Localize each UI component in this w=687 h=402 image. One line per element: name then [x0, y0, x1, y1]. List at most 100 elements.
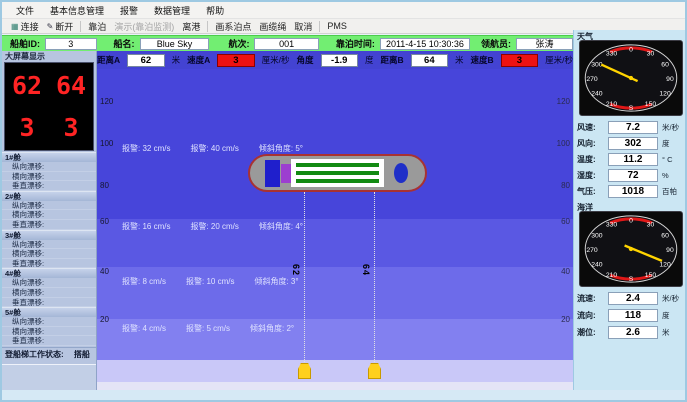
hold-2-longitudinal-drift: 纵向漂移: [2, 201, 96, 211]
measurement-bar: 距离A 62 米 速度A 3 厘米/秒 角度 -1.9 度 距离B 64 米 速… [97, 51, 573, 69]
hold-1-lateral-drift: 横向漂移: [2, 172, 96, 182]
plot-bottom-strip [97, 382, 573, 390]
speed-a-unit: 厘米/秒 [262, 54, 290, 66]
zone-3deg-thresholds: 报警: 8 cm/s 报警: 10 cm/s 倾斜角度: 3° [122, 276, 299, 287]
tide-level-value: 2.6 [608, 326, 658, 339]
pms-button[interactable]: PMS [323, 20, 351, 33]
hold-5-header: 5#舱 [2, 307, 96, 317]
menu-basic-info[interactable]: 基本信息管理 [42, 3, 112, 18]
hatch-stripe [296, 179, 379, 183]
ship-top-view[interactable] [248, 154, 427, 192]
humidity-row: 湿度: 72 % [577, 168, 685, 183]
hold-4-longitudinal-drift: 纵向漂移: [2, 278, 96, 288]
ship-superstructure [265, 160, 280, 187]
disconnect-button[interactable]: ✎ 断开 [43, 20, 78, 33]
gangway-status-value: 搭船 [74, 350, 90, 359]
axis-tick-right: 20 [561, 315, 570, 324]
current-direction-label: 流向: [577, 310, 608, 321]
temperature-label: 温度: [577, 154, 608, 165]
menu-data-management[interactable]: 数据管理 [146, 3, 198, 18]
wind-direction-value: 302 [608, 137, 658, 150]
gauge-tick: 300 [591, 61, 603, 68]
distance-a-label: 距离A [97, 54, 120, 66]
current-speed-label: 流速: [577, 293, 608, 304]
mooring-line-b [374, 192, 375, 362]
toolbar-separator [80, 21, 81, 32]
ship-id-label: 船舶ID: [10, 37, 40, 50]
dock-strip [97, 360, 573, 382]
current-speed-row: 流速: 2.4 米/秒 [577, 291, 685, 306]
angle-unit: 度 [365, 54, 374, 66]
left-sidebar: 大屏幕显示 62 64 3 3 1#舱 纵向漂移: 横向漂移: 垂直漂移: 2#… [2, 51, 97, 400]
gauge-tick: 330 [606, 51, 618, 58]
display-speed-b: 3 [63, 105, 78, 147]
speed-a-value-alarm: 3 [217, 54, 254, 67]
demo-button[interactable]: 演示(靠泊监测) [110, 20, 178, 33]
gauge-tick: 150 [645, 272, 657, 279]
gauge-tick: 270 [586, 76, 598, 83]
draw-mooring-point-button[interactable]: 画系泊点 [211, 20, 255, 33]
gauge-tick: 60 [661, 61, 669, 68]
toolbar-separator [319, 21, 320, 32]
ship-name-field[interactable]: Blue Sky [140, 38, 210, 50]
distance-a-value: 62 [127, 54, 164, 67]
zone-alarm-a: 报警: 32 cm/s [122, 143, 170, 154]
zone-4deg-thresholds: 报警: 16 cm/s 报警: 20 cm/s 倾斜角度: 4° [122, 221, 303, 232]
zone-2deg-thresholds: 报警: 4 cm/s 报警: 5 cm/s 倾斜角度: 2° [122, 323, 294, 334]
current-speed-value: 2.4 [608, 292, 658, 305]
gauge-tick: 60 [661, 232, 669, 239]
pressure-label: 气压: [577, 186, 608, 197]
hold-3-header: 3#舱 [2, 230, 96, 240]
menu-help[interactable]: 帮助 [198, 3, 232, 18]
menu-bar: 文件 基本信息管理 报警 数据管理 帮助 [2, 2, 685, 18]
display-panel-title: 大屏幕显示 [2, 51, 96, 62]
voyage-field[interactable]: 001 [254, 38, 318, 50]
distance-b-unit: 米 [455, 54, 464, 66]
cancel-button[interactable]: 取消 [290, 20, 316, 33]
zone-tilt: 倾斜角度: 4° [259, 221, 303, 232]
connect-label: 连接 [21, 20, 39, 33]
zone-tilt: 倾斜角度: 2° [250, 323, 294, 334]
hold-3-vertical-drift: 垂直漂移: [2, 259, 96, 269]
tide-level-row: 潮位: 2.6 米 [577, 325, 685, 340]
hold-2-header: 2#舱 [2, 191, 96, 201]
wind-speed-row: 风速: 7.2 米/秒 [577, 120, 685, 135]
toolbar-separator [207, 21, 208, 32]
pilot-field[interactable]: 张涛 [516, 38, 573, 50]
wind-speed-value: 7.2 [608, 121, 658, 134]
tide-level-unit: 米 [662, 327, 670, 338]
gauge-tick: 0 [629, 218, 633, 225]
ship-id-field[interactable]: 3 [45, 38, 97, 50]
speed-a-label: 速度A [187, 54, 210, 66]
voyage-label: 航次: [228, 37, 249, 50]
big-screen-display: 62 64 3 3 [4, 62, 94, 151]
gauge-tick: 240 [591, 262, 603, 269]
wind-direction-gauge: 0 30 60 90 120 150 S 210 240 270 300 330 [579, 40, 683, 116]
display-distance-a: 62 [12, 63, 42, 105]
connect-button[interactable]: ▦ 连接 [7, 20, 43, 33]
menu-alarm[interactable]: 报警 [112, 3, 146, 18]
berth-time-field[interactable]: 2011-4-15 10:30:36 [380, 38, 470, 50]
axis-tick-left: 120 [100, 97, 113, 106]
hold-4-vertical-drift: 垂直漂移: [2, 298, 96, 308]
menu-file[interactable]: 文件 [8, 3, 42, 18]
zone-alarm-a: 报警: 4 cm/s [122, 323, 166, 334]
ship-name-label: 船名: [114, 37, 135, 50]
hold-1-vertical-drift: 垂直漂移: [2, 181, 96, 191]
depart-button[interactable]: 离港 [178, 20, 204, 33]
draw-cable-button[interactable]: 画缆绳 [255, 20, 290, 33]
axis-tick-left: 80 [100, 181, 109, 190]
mooring-line-a [304, 192, 305, 362]
wind-direction-unit: 度 [662, 138, 670, 149]
gauge-tick: S [629, 105, 634, 112]
humidity-value: 72 [608, 169, 658, 182]
angle-label: 角度 [297, 54, 314, 66]
gauge-tick: 270 [586, 247, 598, 254]
axis-tick-left: 40 [100, 267, 109, 276]
gauge-tick: 0 [629, 47, 633, 54]
berth-button[interactable]: 靠泊 [84, 20, 110, 33]
gauge-tick: 90 [666, 76, 674, 83]
speed-b-value-alarm: 3 [501, 54, 538, 67]
hold-1-longitudinal-drift: 纵向漂移: [2, 162, 96, 172]
distance-b-value: 64 [411, 54, 448, 67]
